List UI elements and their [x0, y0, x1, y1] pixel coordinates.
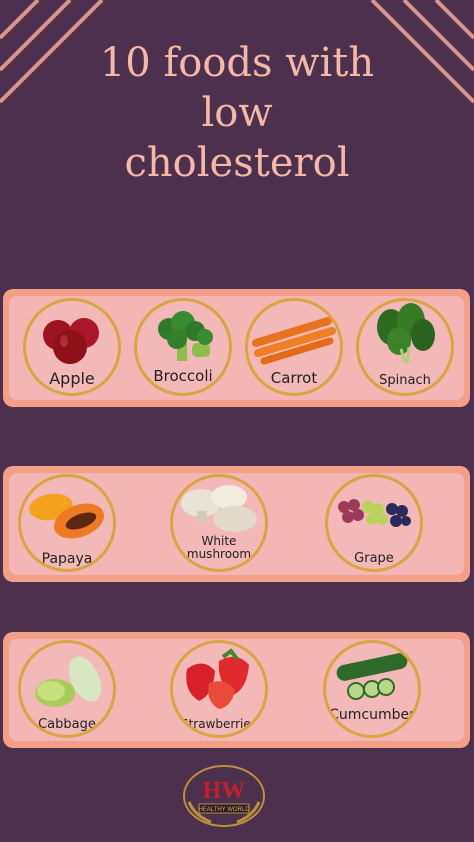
logo-letters: HW [203, 778, 246, 804]
food-label-carrot: Carrot [270, 369, 318, 387]
food-label-white-mushroom: White mushroom [173, 535, 265, 561]
food-item-grape: Grape [325, 474, 423, 572]
food-label-strawberries: Strawberries [180, 717, 258, 731]
food-item-carrot: Carrot [245, 298, 343, 396]
food-label-cucumber: Cumcumber [329, 707, 415, 723]
food-item-cucumber: Cumcumber [323, 640, 421, 738]
food-label-grape: Grape [354, 551, 394, 566]
food-item-broccoli: Broccoli [134, 298, 232, 396]
food-item-apple: Apple [23, 298, 121, 396]
title-line-3: cholesterol [124, 140, 350, 186]
title-line-1: 10 foods with [99, 40, 375, 86]
food-label-spinach: Spinach [379, 373, 431, 388]
food-label-cabbage: Cabbage [38, 717, 96, 732]
food-label-apple: Apple [49, 369, 95, 388]
food-item-papaya: Papaya [18, 474, 116, 572]
food-item-white-mushroom: White mushroom [170, 474, 268, 572]
logo-text: HEALTHY WORLD [198, 807, 250, 813]
title-line-2: low [201, 90, 273, 136]
food-label-papaya: Papaya [41, 551, 93, 567]
page-title: 10 foods with low cholesterol [0, 38, 474, 188]
food-item-cabbage: Cabbage [18, 640, 116, 738]
healthy-world-logo: HW HEALTHY WORLD [183, 765, 265, 827]
food-item-spinach: Spinach [356, 298, 454, 396]
food-label-broccoli: Broccoli [153, 367, 213, 385]
food-label-mushroom: mushroom [186, 547, 252, 561]
food-item-strawberries: Strawberries [170, 640, 268, 738]
